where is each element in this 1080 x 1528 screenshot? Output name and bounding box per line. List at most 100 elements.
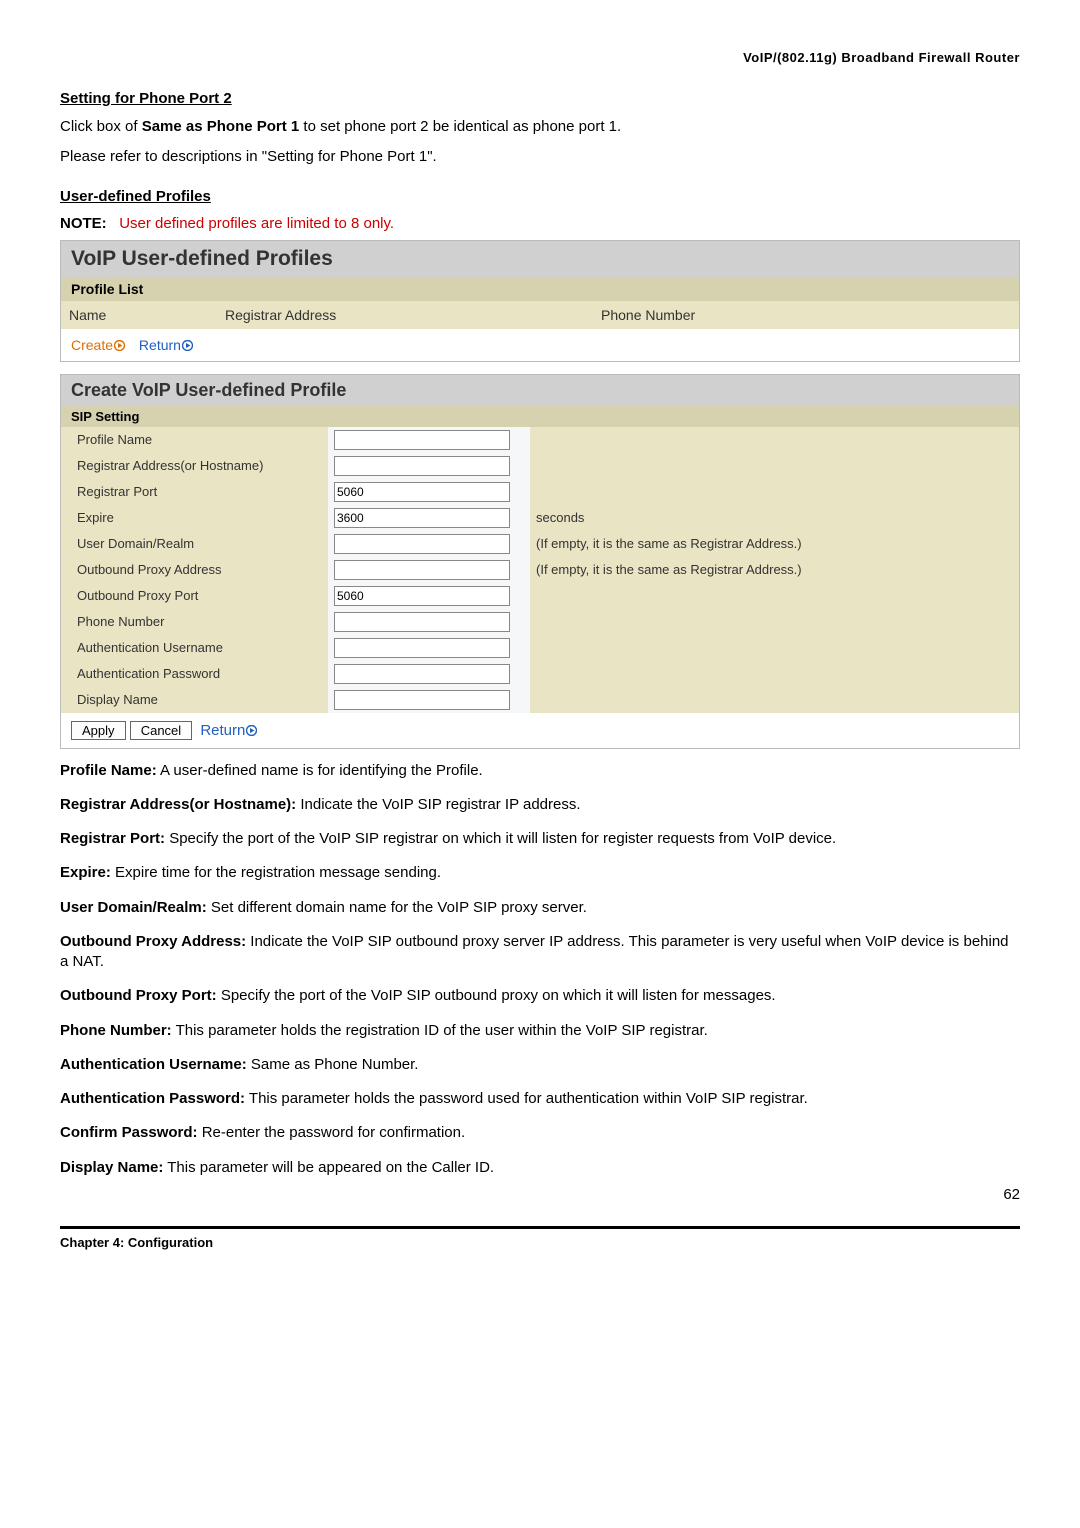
description-label: User Domain/Realm: [60,899,207,916]
field-label: Phone Number [61,609,328,635]
cancel-button[interactable]: Cancel [130,721,192,740]
field-hint [530,609,1019,635]
text-input[interactable] [334,482,510,502]
play-icon [113,337,125,353]
field-input-cell [328,635,530,661]
play-icon [181,337,193,353]
create-profile-subtitle: SIP Setting [61,406,1019,427]
text-input[interactable] [334,690,510,710]
return-link-label: Return [139,337,181,353]
doc-header-right: VoIP/(802.11g) Broadband Firewall Router [60,50,1020,65]
description-line: Phone Number: This parameter holds the r… [60,1021,1020,1041]
note-text: User defined profiles are limited to 8 o… [119,215,394,232]
field-input-cell [328,453,530,479]
apply-button[interactable]: Apply [71,721,126,740]
field-label: Display Name [61,687,328,713]
description-text: Specify the port of the VoIP SIP outboun… [217,987,776,1004]
form-return-link[interactable]: Return [200,722,257,739]
page-number: 62 [60,1186,1020,1203]
text-input[interactable] [334,612,510,632]
heading-user-defined-profiles: User-defined Profiles [60,188,1020,205]
description-label: Outbound Proxy Port: [60,987,217,1004]
field-hint [530,635,1019,661]
field-input-cell [328,427,530,453]
description-line: Registrar Port: Specify the port of the … [60,829,1020,849]
create-profile-title: Create VoIP User-defined Profile [61,375,1019,406]
field-input-cell [328,479,530,505]
description-text: Indicate the VoIP SIP registrar IP addre… [296,796,580,813]
create-link[interactable]: Create [71,337,129,353]
text-input[interactable] [334,430,510,450]
field-label: Outbound Proxy Port [61,583,328,609]
description-text: This parameter holds the registration ID… [172,1022,708,1039]
profiles-panel-title: VoIP User-defined Profiles [61,241,1019,277]
form-button-row: Apply Cancel Return [61,713,1019,748]
col-name: Name [61,301,217,329]
text-input[interactable] [334,508,510,528]
heading-phone-port-2: Setting for Phone Port 2 [60,90,1020,107]
field-hint [530,687,1019,713]
description-text: Expire time for the registration message… [111,864,441,881]
phone-port-2-line1: Click box of Same as Phone Port 1 to set… [60,117,1020,137]
field-hint [530,583,1019,609]
description-text: This parameter holds the password used f… [245,1090,808,1107]
description-line: Confirm Password: Re-enter the password … [60,1123,1020,1143]
description-line: Profile Name: A user-defined name is for… [60,761,1020,781]
col-registrar-address: Registrar Address [217,301,593,329]
description-label: Profile Name: [60,762,157,779]
description-text: Set different domain name for the VoIP S… [207,899,587,916]
field-input-cell [328,505,530,531]
field-label: Authentication Password [61,661,328,687]
description-line: Authentication Username: Same as Phone N… [60,1055,1020,1075]
profiles-action-row: Create Return [61,329,1019,361]
field-hint [530,427,1019,453]
field-input-cell [328,609,530,635]
description-label: Outbound Proxy Address: [60,933,246,950]
text-input[interactable] [334,534,510,554]
text-input[interactable] [334,664,510,684]
field-label: Profile Name [61,427,328,453]
field-input-cell [328,661,530,687]
return-link[interactable]: Return [139,337,193,353]
play-icon [245,722,257,739]
field-hint: seconds [530,505,1019,531]
text-input[interactable] [334,456,510,476]
text: Click box of [60,118,142,135]
field-hint [530,453,1019,479]
create-link-label: Create [71,337,113,353]
field-input-cell [328,557,530,583]
profiles-panel: VoIP User-defined Profiles Profile List … [60,240,1020,362]
description-line: Registrar Address(or Hostname): Indicate… [60,795,1020,815]
field-hint: (If empty, it is the same as Registrar A… [530,531,1019,557]
footer-bar: Chapter 4: Configuration [60,1226,1020,1250]
text-input[interactable] [334,586,510,606]
create-profile-panel: Create VoIP User-defined Profile SIP Set… [60,374,1020,749]
description-line: Expire: Expire time for the registration… [60,863,1020,883]
field-label: User Domain/Realm [61,531,328,557]
description-label: Phone Number: [60,1022,172,1039]
field-hint [530,479,1019,505]
field-hint [530,661,1019,687]
description-line: Display Name: This parameter will be app… [60,1158,1020,1178]
field-input-cell [328,531,530,557]
description-text: This parameter will be appeared on the C… [163,1159,494,1176]
description-label: Registrar Port: [60,830,165,847]
field-input-cell [328,687,530,713]
sip-setting-table: Profile NameRegistrar Address(or Hostnam… [61,427,1019,713]
profiles-panel-subtitle: Profile List [61,277,1019,301]
field-label: Outbound Proxy Address [61,557,328,583]
description-text: Same as Phone Number. [247,1056,419,1073]
form-return-label: Return [200,722,245,739]
field-input-cell [328,583,530,609]
text-input[interactable] [334,638,510,658]
field-label: Expire [61,505,328,531]
description-line: Authentication Password: This parameter … [60,1089,1020,1109]
field-hint: (If empty, it is the same as Registrar A… [530,557,1019,583]
description-label: Display Name: [60,1159,163,1176]
phone-port-2-line2: Please refer to descriptions in "Setting… [60,147,1020,167]
col-spacer [975,301,1019,329]
description-text: Re-enter the password for confirmation. [198,1124,466,1141]
field-label: Registrar Address(or Hostname) [61,453,328,479]
description-line: Outbound Proxy Port: Specify the port of… [60,986,1020,1006]
text-input[interactable] [334,560,510,580]
